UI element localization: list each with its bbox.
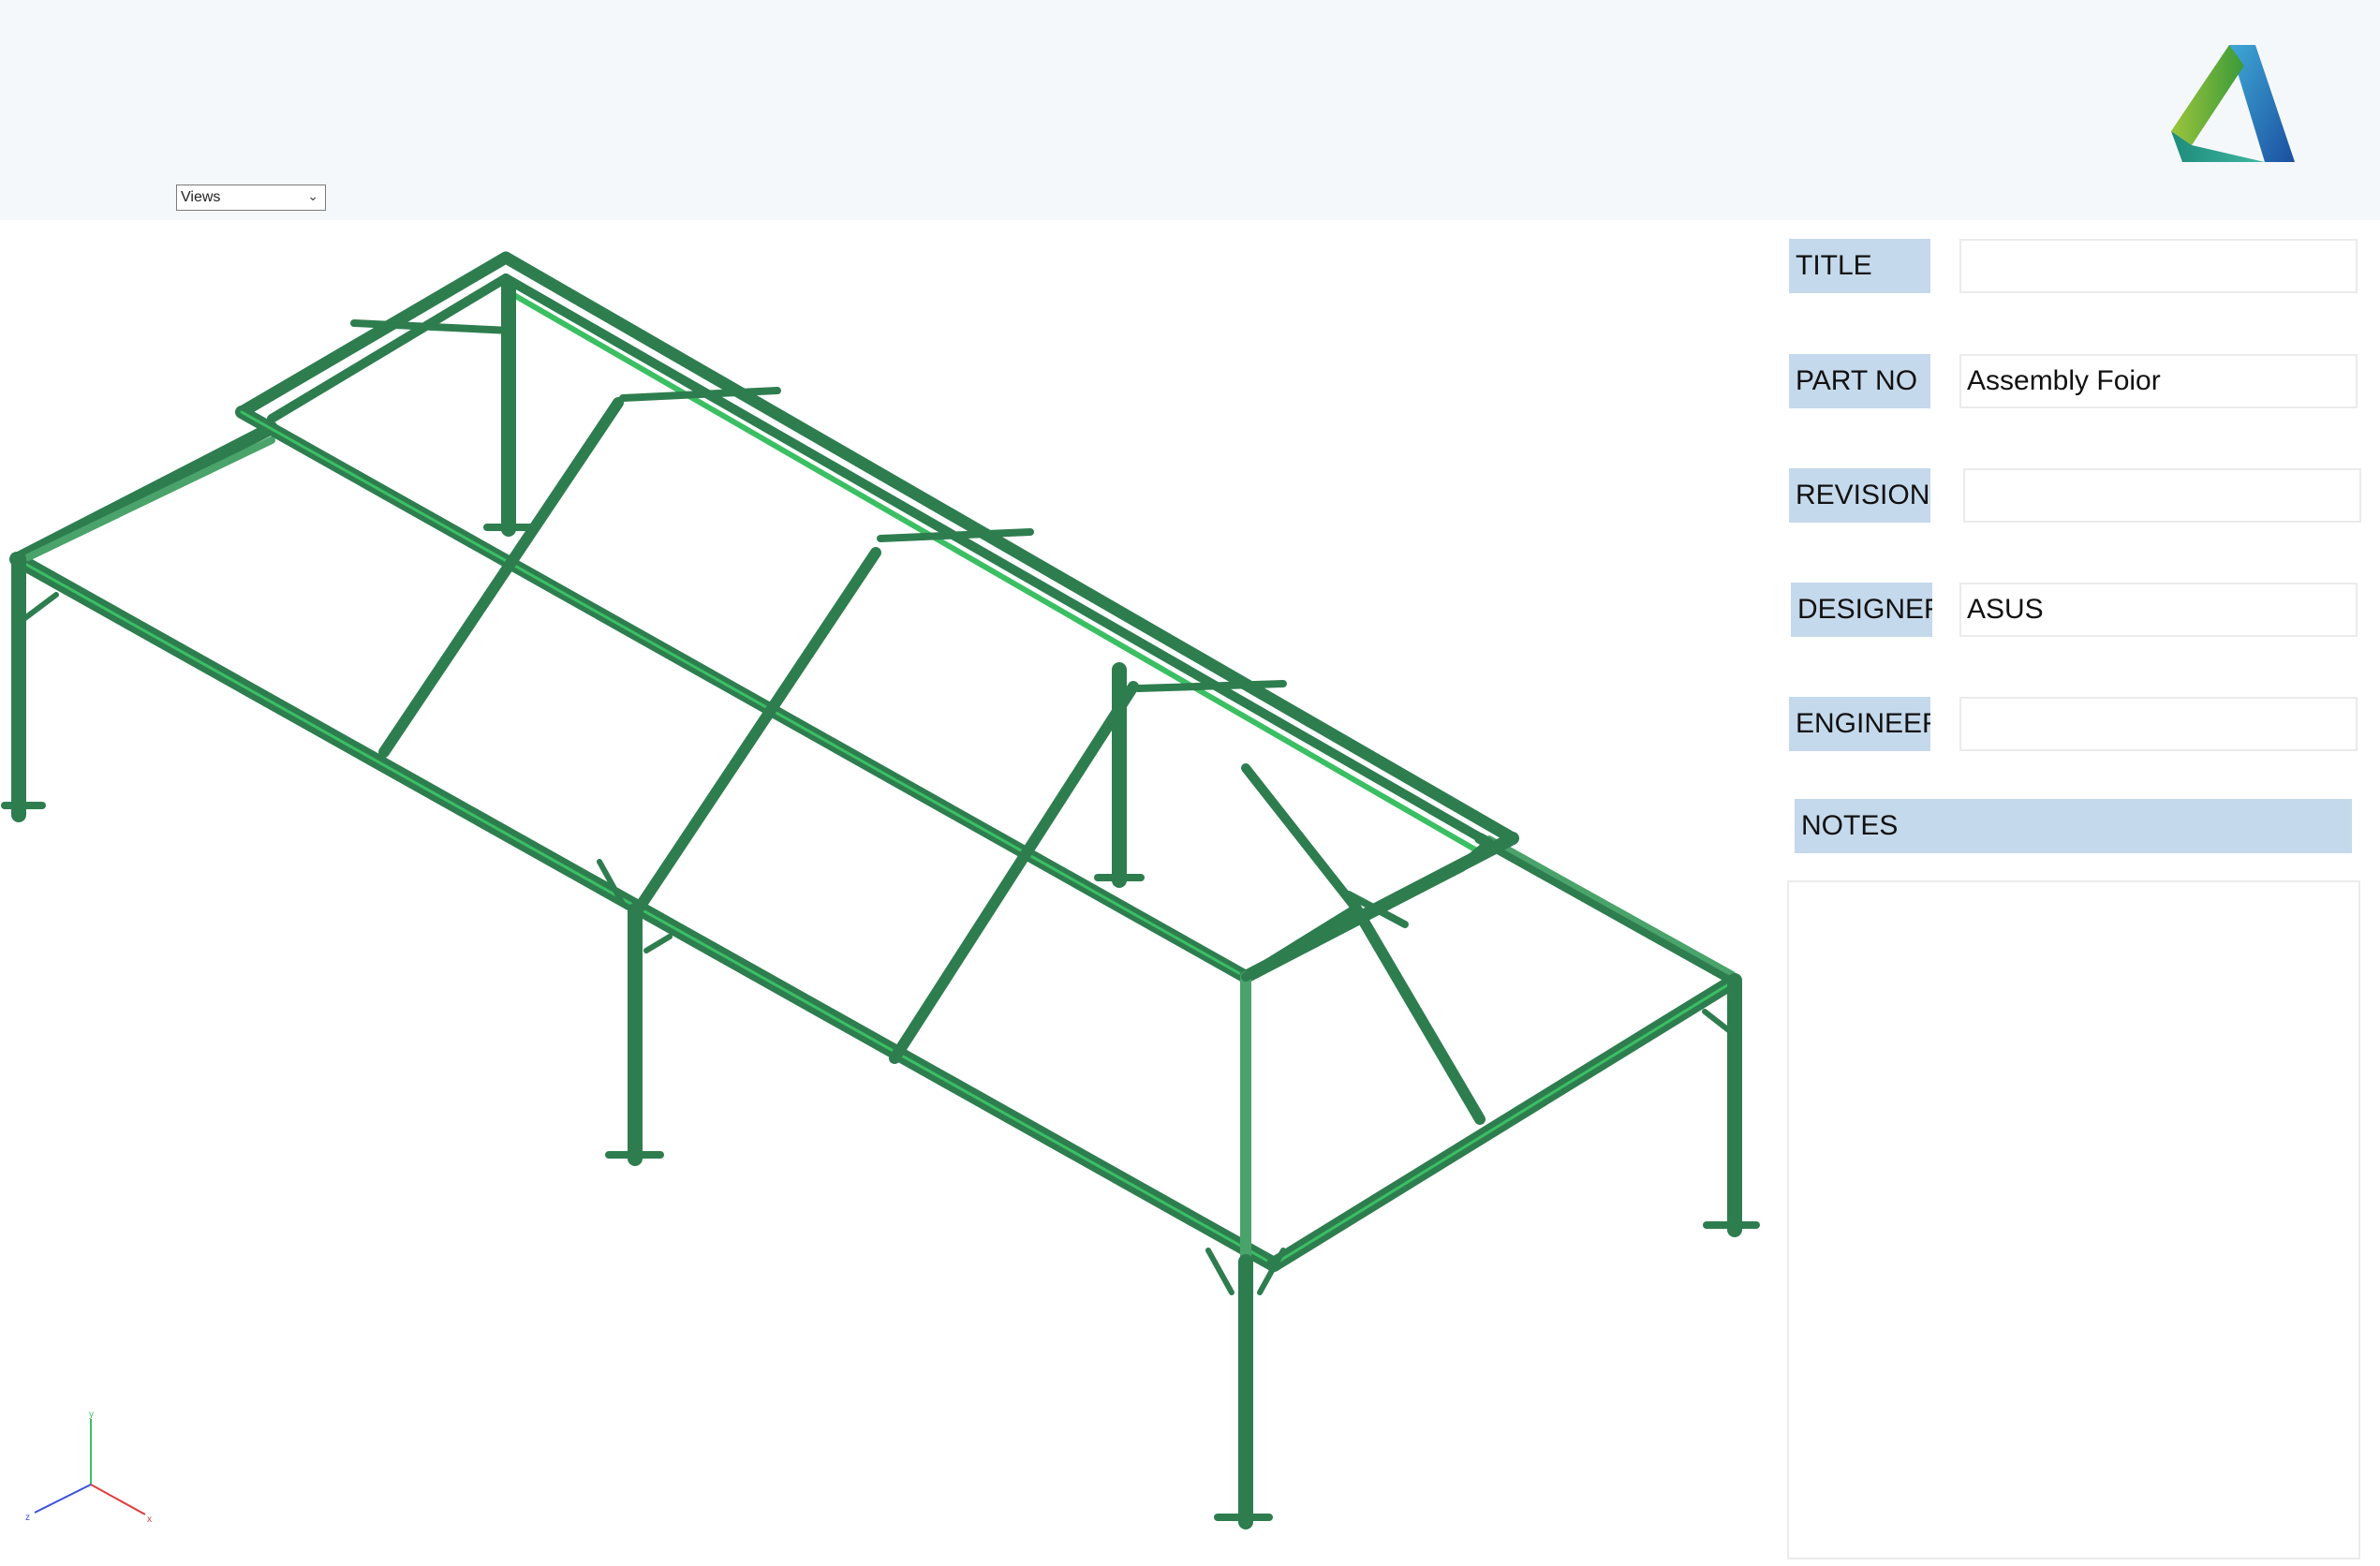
designer-field[interactable]: ASUS <box>1959 583 2358 637</box>
toolbar-header: Views ⌄ <box>0 0 2380 220</box>
engineer-field[interactable] <box>1959 697 2358 751</box>
axis-x-label: x <box>147 1514 152 1525</box>
autodesk-logo-icon <box>2154 37 2304 169</box>
views-dropdown-value: Views <box>181 189 221 205</box>
chevron-down-icon: ⌄ <box>307 188 318 203</box>
revision-field[interactable] <box>1963 468 2361 523</box>
part-no-label: PART NO <box>1789 354 1930 408</box>
title-field[interactable] <box>1959 239 2358 293</box>
engineer-label: ENGINEER <box>1789 697 1930 751</box>
views-dropdown[interactable]: Views ⌄ <box>176 185 326 211</box>
part-no-field[interactable]: Assembly Foior <box>1959 354 2358 408</box>
notes-textarea[interactable] <box>1787 880 2360 1559</box>
revision-label: REVISION <box>1789 468 1930 523</box>
axis-y-label: y <box>89 1410 94 1420</box>
title-label: TITLE <box>1789 239 1930 293</box>
3d-viewport[interactable] <box>0 220 1780 1566</box>
steel-frame-model <box>1 251 1760 1529</box>
axis-z-label: z <box>25 1513 30 1523</box>
designer-label: DESIGNER <box>1791 583 1932 637</box>
notes-label: NOTES <box>1795 799 2352 853</box>
axis-triad-icon: y x z <box>23 1410 164 1527</box>
